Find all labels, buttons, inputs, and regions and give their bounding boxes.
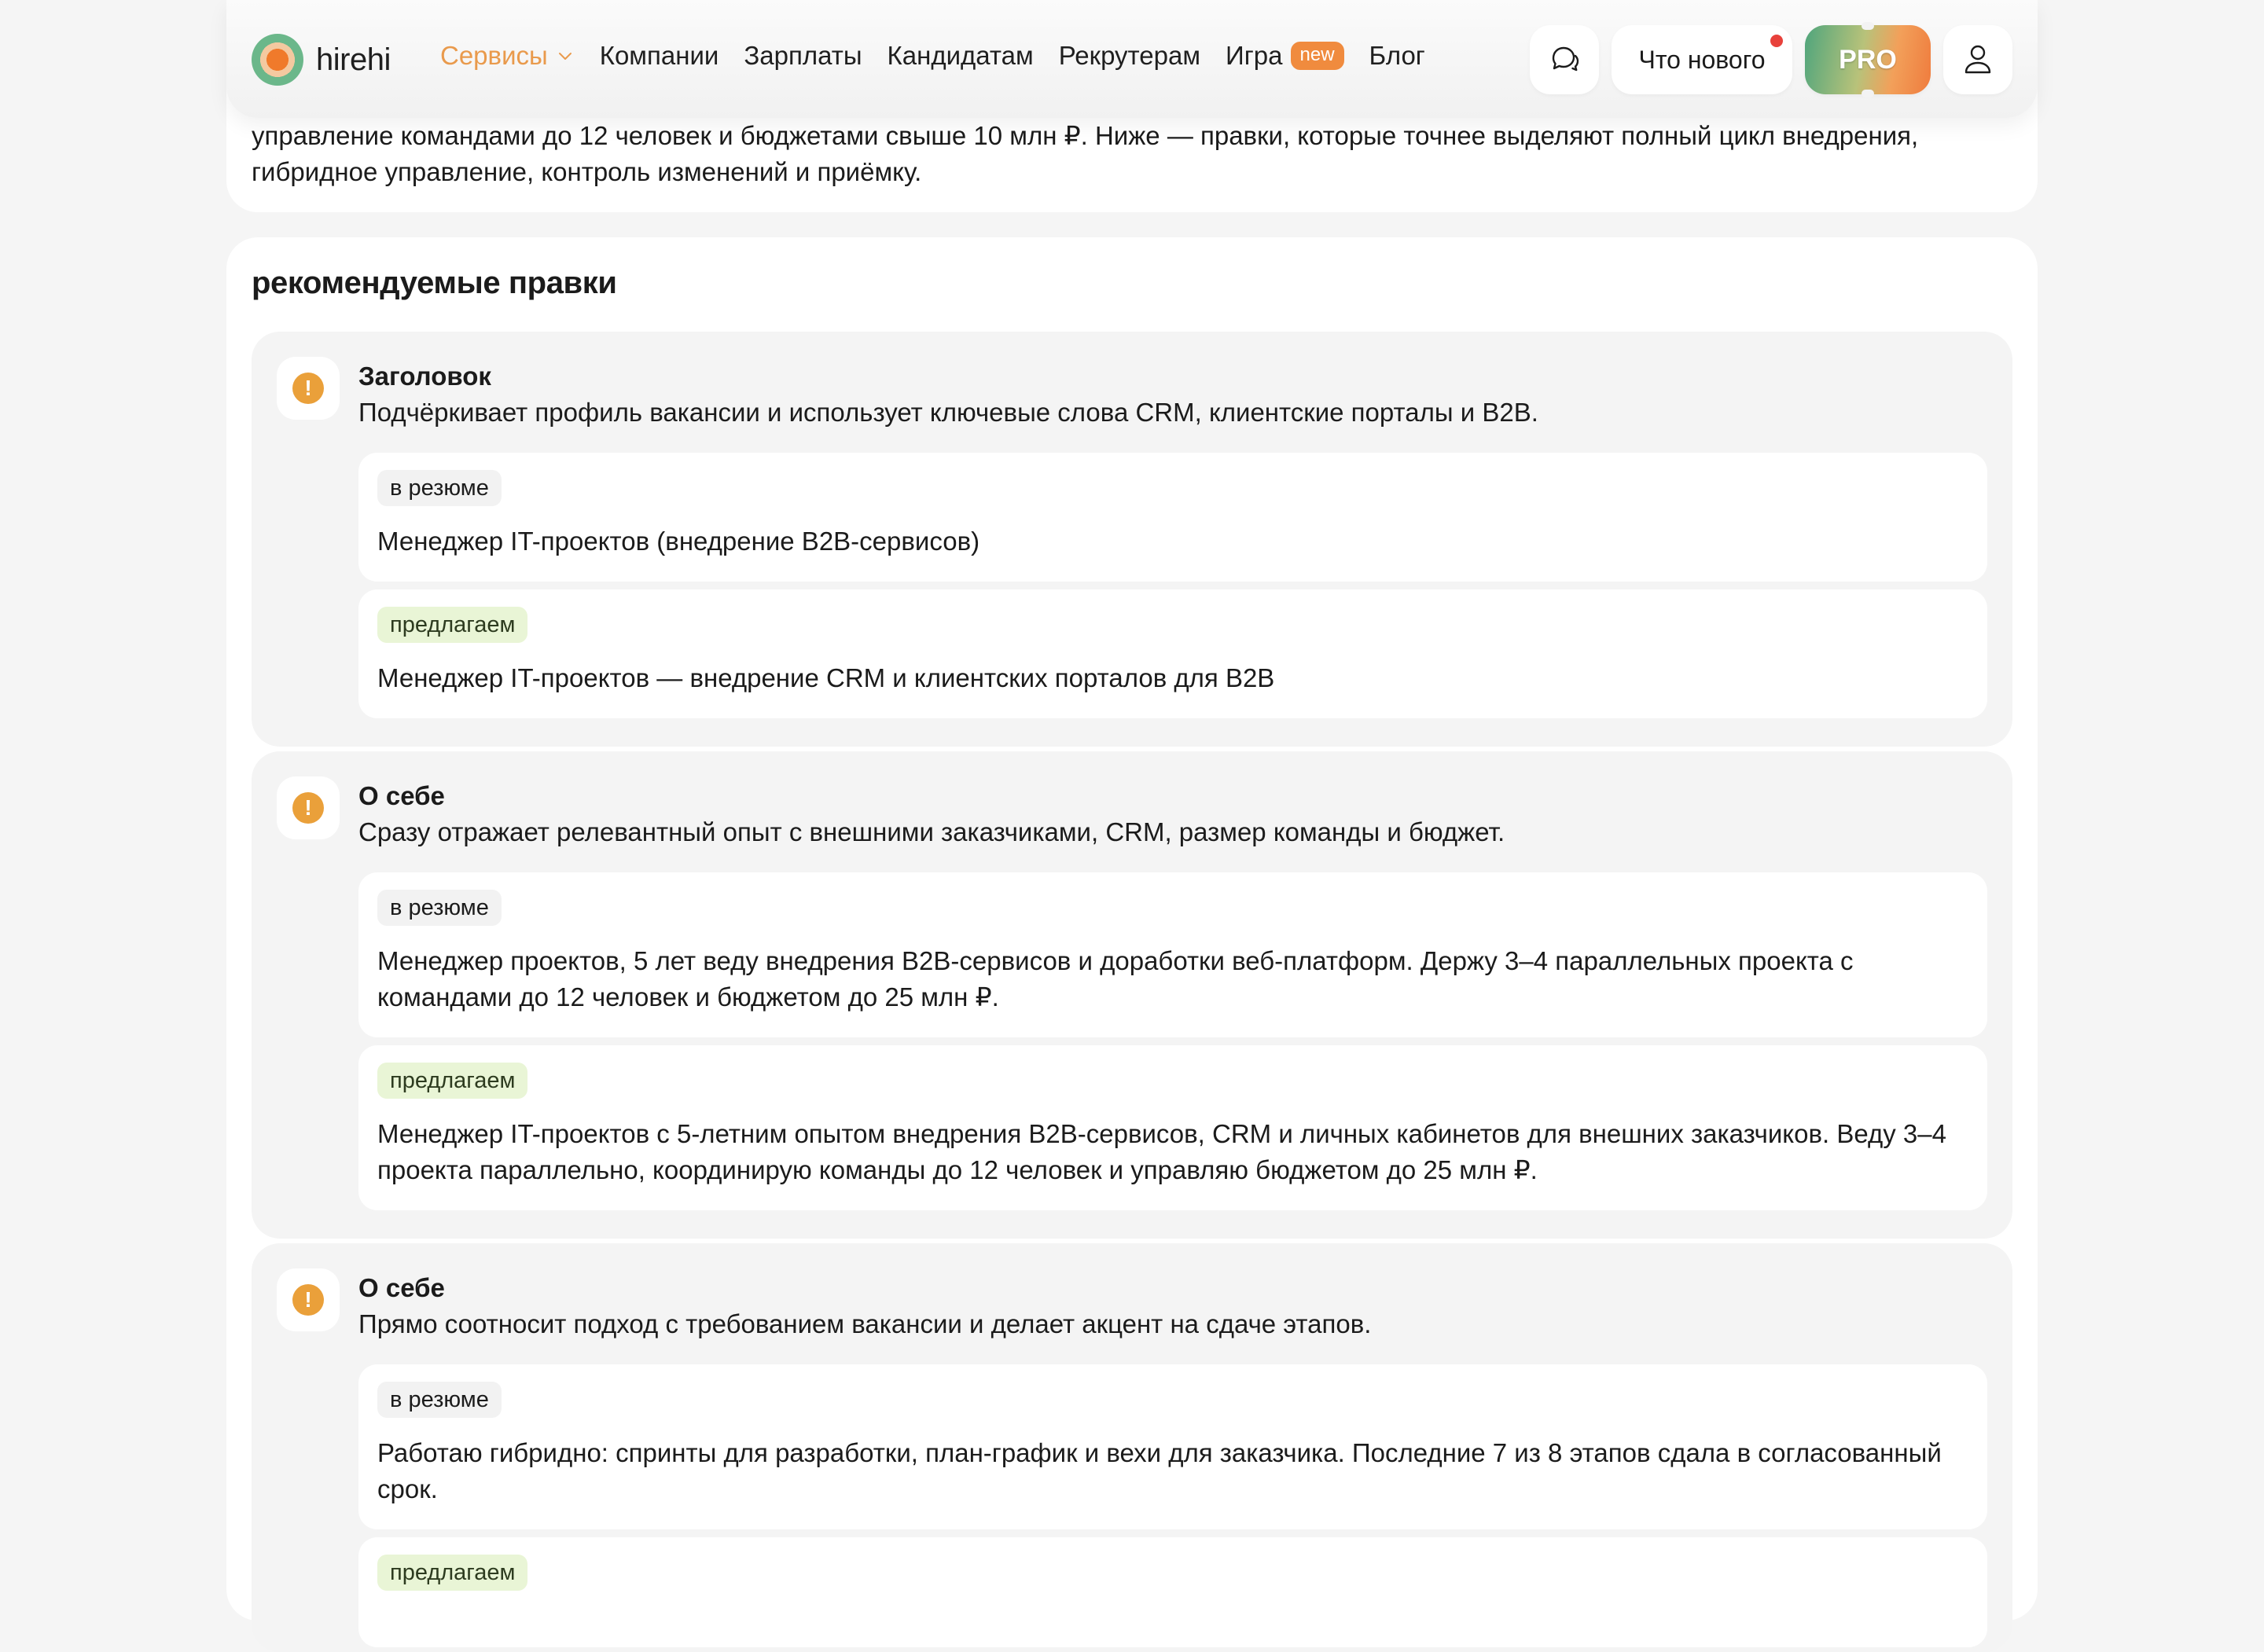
- summary-line: управление командами до 12 человек и бюд…: [252, 121, 1919, 150]
- suggested-text-box[interactable]: предлагаем Менеджер IT-проектов — внедре…: [358, 589, 1987, 718]
- warning-icon: !: [292, 373, 324, 404]
- warning-icon-wrap: !: [277, 1268, 340, 1331]
- warning-icon-wrap: !: [277, 776, 340, 839]
- main-nav: Сервисы Компании Зарплаты Кандидатам Рек…: [440, 41, 1450, 71]
- current-tag: в резюме: [377, 470, 502, 506]
- suggested-tag: предлагаем: [377, 1063, 528, 1099]
- edit-description: Сразу отражает релевантный опыт с внешни…: [358, 817, 1505, 846]
- edit-title: О себе: [358, 781, 445, 810]
- suggested-tag: предлагаем: [377, 1555, 528, 1591]
- edit-description: Прямо соотносит подход с требованием вак…: [358, 1309, 1372, 1338]
- current-tag: в резюме: [377, 890, 502, 926]
- nav-item-game[interactable]: Игра new: [1226, 41, 1344, 71]
- pro-notch: [1862, 22, 1874, 30]
- suggested-text-box[interactable]: предлагаем Менеджер IT-проектов с 5-летн…: [358, 1045, 1987, 1210]
- suggested-text-box[interactable]: предлагаем: [358, 1537, 1987, 1647]
- logo[interactable]: hirehi: [252, 34, 391, 86]
- current-text: Менеджер проектов, 5 лет веду внедрения …: [377, 946, 1854, 1011]
- analysis-summary-text: управление командами до 12 человек и бюд…: [252, 118, 2012, 190]
- suggested-tag: предлагаем: [377, 607, 528, 643]
- nav-label: Игра: [1226, 41, 1283, 70]
- edit-item: ! Заголовок Подчёркивает профиль ваканси…: [252, 332, 2012, 747]
- summary-line: гибридное управление, контроль изменений…: [252, 157, 922, 186]
- edit-description: Подчёркивает профиль вакансии и использу…: [358, 398, 1538, 427]
- warning-icon: !: [292, 1284, 324, 1316]
- edit-item: ! О себе Сразу отражает релевантный опыт…: [252, 751, 2012, 1239]
- chat-icon: [1552, 46, 1579, 72]
- logo-text: hirehi: [316, 42, 391, 77]
- current-tag: в резюме: [377, 1382, 502, 1418]
- warning-icon: !: [292, 792, 324, 824]
- whats-new-button[interactable]: Что нового: [1612, 25, 1792, 94]
- pro-label: PRO: [1839, 44, 1897, 75]
- logo-icon: [252, 34, 303, 86]
- suggested-text: Менеджер IT-проектов с 5-летним опытом в…: [377, 1119, 1946, 1184]
- profile-button[interactable]: [1943, 25, 2012, 94]
- chevron-down-icon: [558, 53, 572, 60]
- edit-title: Заголовок: [358, 362, 491, 391]
- notification-dot: [1770, 35, 1783, 47]
- nav-item-services[interactable]: Сервисы: [440, 41, 575, 71]
- current-text-box: в резюме Менеджер проектов, 5 лет веду в…: [358, 872, 1987, 1037]
- current-text-box: в резюме Менеджер IT-проектов (внедрение…: [358, 453, 1987, 582]
- chat-button[interactable]: [1530, 25, 1599, 94]
- edit-item: ! О себе Прямо соотносит подход с требов…: [252, 1243, 2012, 1652]
- page: управление командами до 12 человек и бюд…: [226, 0, 2038, 1652]
- pro-button[interactable]: PRO: [1805, 22, 1931, 97]
- recommended-edits-card: рекомендуемые правки ! Заголовок Подчёрк…: [226, 237, 2038, 1652]
- edit-title: О себе: [358, 1273, 445, 1302]
- edit-header: О себе Прямо соотносит подход с требован…: [358, 1270, 1987, 1342]
- current-text-box: в резюме Работаю гибридно: спринты для р…: [358, 1364, 1987, 1529]
- nav-label: Сервисы: [440, 41, 548, 70]
- whats-new-label: Что нового: [1638, 45, 1766, 74]
- section-title: рекомендуемые правки: [252, 266, 617, 300]
- edit-header: О себе Сразу отражает релевантный опыт с…: [358, 778, 1987, 850]
- edit-header: Заголовок Подчёркивает профиль вакансии …: [358, 358, 1987, 431]
- current-text: Работаю гибридно: спринты для разработки…: [377, 1438, 1942, 1503]
- pro-notch: [1862, 90, 1874, 97]
- nav-item-candidates[interactable]: Кандидатам: [888, 41, 1034, 71]
- nav-item-salaries[interactable]: Зарплаты: [744, 41, 862, 71]
- user-icon: [1964, 45, 1991, 74]
- current-text: Менеджер IT-проектов (внедрение B2B-серв…: [377, 527, 980, 556]
- warning-icon-wrap: !: [277, 357, 340, 420]
- top-header: hirehi Сервисы Компании Зарплаты Кандида…: [226, 0, 2038, 118]
- nav-item-companies[interactable]: Компании: [600, 41, 719, 71]
- new-badge: new: [1290, 42, 1344, 70]
- suggested-text: Менеджер IT-проектов — внедрение CRM и к…: [377, 663, 1275, 692]
- nav-item-recruiters[interactable]: Рекрутерам: [1059, 41, 1200, 71]
- nav-item-blog[interactable]: Блог: [1369, 41, 1425, 71]
